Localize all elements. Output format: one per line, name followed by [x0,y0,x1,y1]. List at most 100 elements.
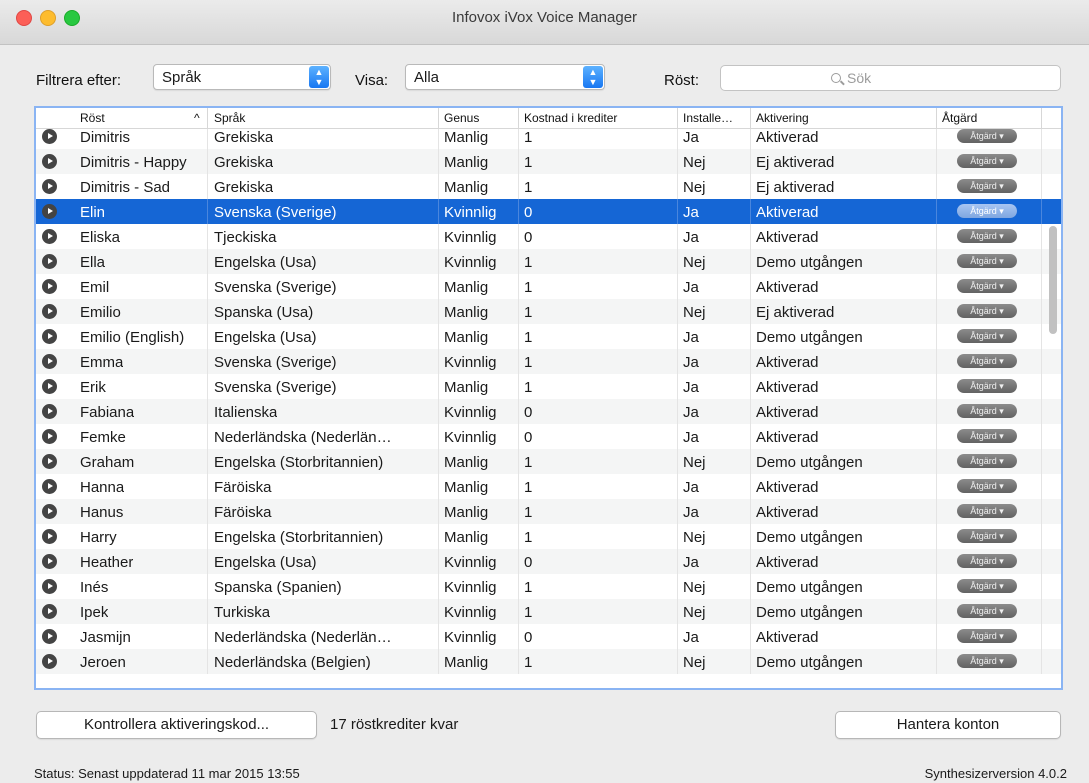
cell-activation: Demo utgången [756,329,863,346]
play-icon[interactable] [42,654,57,669]
play-icon[interactable] [42,279,57,294]
action-menu-button[interactable]: Åtgärd ▾ [957,504,1017,518]
cell-separator [936,574,937,599]
table-row[interactable]: Elin Svenska (Sverige) Kvinnlig 0 Ja Aktivera… [36,199,1061,224]
cell-separator [677,574,678,599]
play-icon[interactable] [42,154,57,169]
column-header-installed[interactable]: Installe… [683,111,733,125]
play-icon[interactable] [42,454,57,469]
column-separator[interactable] [750,108,751,128]
table-row[interactable]: Hanus Färöiska Manlig 1 Ja Aktiverad Åtgärd ▾ [36,499,1061,524]
action-menu-button[interactable]: Åtgärd ▾ [957,329,1017,343]
play-icon[interactable] [42,329,57,344]
action-menu-button[interactable]: Åtgärd ▾ [957,604,1017,618]
cell-separator [518,424,519,449]
column-header-cost[interactable]: Kostnad i krediter [524,111,617,125]
play-icon[interactable] [42,179,57,194]
action-menu-button[interactable]: Åtgärd ▾ [957,229,1017,243]
action-menu-button[interactable]: Åtgärd ▾ [957,629,1017,643]
play-icon[interactable] [42,229,57,244]
cell-voice-name: Emilio (English) [80,329,185,346]
manage-accounts-button[interactable]: Hantera konton [835,711,1061,739]
play-icon[interactable] [42,429,57,444]
action-menu-button[interactable]: Åtgärd ▾ [957,454,1017,468]
table-row[interactable]: Heather Engelska (Usa) Kvinnlig 0 Ja Aktivera… [36,549,1061,574]
table-row[interactable]: Dimitris - Happy Grekiska Manlig 1 Nej Ej akt… [36,149,1061,174]
action-menu-button[interactable]: Åtgärd ▾ [957,404,1017,418]
table-row[interactable]: Jasmijn Nederländska (Nederlän… Kvinnlig 0 J… [36,624,1061,649]
table-row[interactable]: Emil Svenska (Sverige) Manlig 1 Ja Aktiverad Å… [36,274,1061,299]
cell-separator [750,349,751,374]
table-row[interactable]: Emma Svenska (Sverige) Kvinnlig 1 Ja Aktivera… [36,349,1061,374]
action-menu-button[interactable]: Åtgärd ▾ [957,529,1017,543]
cell-voice-name: Dimitris - Sad [80,179,171,196]
cell-cost: 1 [524,179,533,196]
table-row[interactable]: Emilio Spanska (Usa) Manlig 1 Nej Ej aktivera… [36,299,1061,324]
play-icon[interactable] [42,404,57,419]
cell-activation: Aktiverad [756,379,819,396]
column-header-voice[interactable]: Röst [80,111,105,125]
action-menu-button[interactable]: Åtgärd ▾ [957,279,1017,293]
column-separator[interactable] [207,108,208,128]
action-menu-button[interactable]: Åtgärd ▾ [957,354,1017,368]
play-icon[interactable] [42,254,57,269]
column-separator[interactable] [677,108,678,128]
play-icon[interactable] [42,379,57,394]
action-menu-button[interactable]: Åtgärd ▾ [957,204,1017,218]
table-row[interactable]: Harry Engelska (Storbritannien) Manlig 1 Nej… [36,524,1061,549]
table-row[interactable]: Hanna Färöiska Manlig 1 Ja Aktiverad Åtgärd ▾ [36,474,1061,499]
column-separator[interactable] [518,108,519,128]
action-menu-button[interactable]: Åtgärd ▾ [957,254,1017,268]
action-menu-button[interactable]: Åtgärd ▾ [957,479,1017,493]
play-icon[interactable] [42,629,57,644]
table-row[interactable]: Femke Nederländska (Nederlän… Kvinnlig 0 Ja A… [36,424,1061,449]
table-row[interactable]: Inés Spanska (Spanien) Kvinnlig 1 Nej Demo ut… [36,574,1061,599]
table-row[interactable]: Fabiana Italienska Kvinnlig 0 Ja Aktiverad Åtg… [36,399,1061,424]
action-menu-button[interactable]: Åtgärd ▾ [957,579,1017,593]
action-menu-button[interactable]: Åtgärd ▾ [957,554,1017,568]
column-header-action[interactable]: Åtgärd [942,111,977,125]
check-activation-code-button[interactable]: Kontrollera aktiveringskod... [36,711,317,739]
cell-separator [438,249,439,274]
action-menu-button[interactable]: Åtgärd ▾ [957,379,1017,393]
table-row[interactable]: Ipek Turkiska Kvinnlig 1 Nej Demo utgången Åtg… [36,599,1061,624]
cell-gender: Manlig [444,154,489,171]
column-header-gender[interactable]: Genus [444,111,479,125]
play-icon[interactable] [42,479,57,494]
play-icon[interactable] [42,579,57,594]
play-icon[interactable] [42,304,57,319]
play-icon[interactable] [42,204,57,219]
action-menu-button[interactable]: Åtgärd ▾ [957,429,1017,443]
cell-cost: 1 [524,279,533,296]
column-header-activation[interactable]: Aktivering [756,111,809,125]
table-row[interactable]: Emilio (English) Engelska (Usa) Manlig 1 Ja D… [36,324,1061,349]
play-icon[interactable] [42,529,57,544]
table-row[interactable]: Eliska Tjeckiska Kvinnlig 0 Ja Aktiverad Åtgär… [36,224,1061,249]
play-icon[interactable] [42,129,57,144]
column-separator[interactable] [1041,108,1042,128]
vertical-scrollbar[interactable] [1049,226,1057,334]
column-header-language[interactable]: Språk [214,111,245,125]
column-separator[interactable] [438,108,439,128]
table-row[interactable]: Ella Engelska (Usa) Kvinnlig 1 Nej Demo utgån… [36,249,1061,274]
table-row[interactable]: Graham Engelska (Storbritannien) Manlig 1 Ne… [36,449,1061,474]
cell-separator [750,249,751,274]
action-menu-button[interactable]: Åtgärd ▾ [957,304,1017,318]
column-separator[interactable] [936,108,937,128]
play-icon[interactable] [42,504,57,519]
show-popup[interactable]: Alla ▲ ▼ [405,64,605,90]
play-icon[interactable] [42,354,57,369]
table-row[interactable]: Jeroen Nederländska (Belgien) Manlig 1 Nej De… [36,649,1061,674]
action-menu-button[interactable]: Åtgärd ▾ [957,654,1017,668]
voice-table[interactable]: Röst ^ Språk Genus Kostnad i krediter In… [34,106,1063,690]
action-menu-button[interactable]: Åtgärd ▾ [957,179,1017,193]
play-icon[interactable] [42,554,57,569]
action-menu-button[interactable]: Åtgärd ▾ [957,154,1017,168]
table-row[interactable]: Erik Svenska (Sverige) Manlig 1 Ja Aktiverad Å… [36,374,1061,399]
filter-popup[interactable]: Språk ▲ ▼ [153,64,331,90]
search-input[interactable]: Sök [720,65,1061,91]
play-icon[interactable] [42,604,57,619]
action-menu-button[interactable]: Åtgärd ▾ [957,129,1017,143]
cell-installed: Nej [683,254,706,271]
table-row[interactable]: Dimitris - Sad Grekiska Manlig 1 Nej Ej aktiv… [36,174,1061,199]
